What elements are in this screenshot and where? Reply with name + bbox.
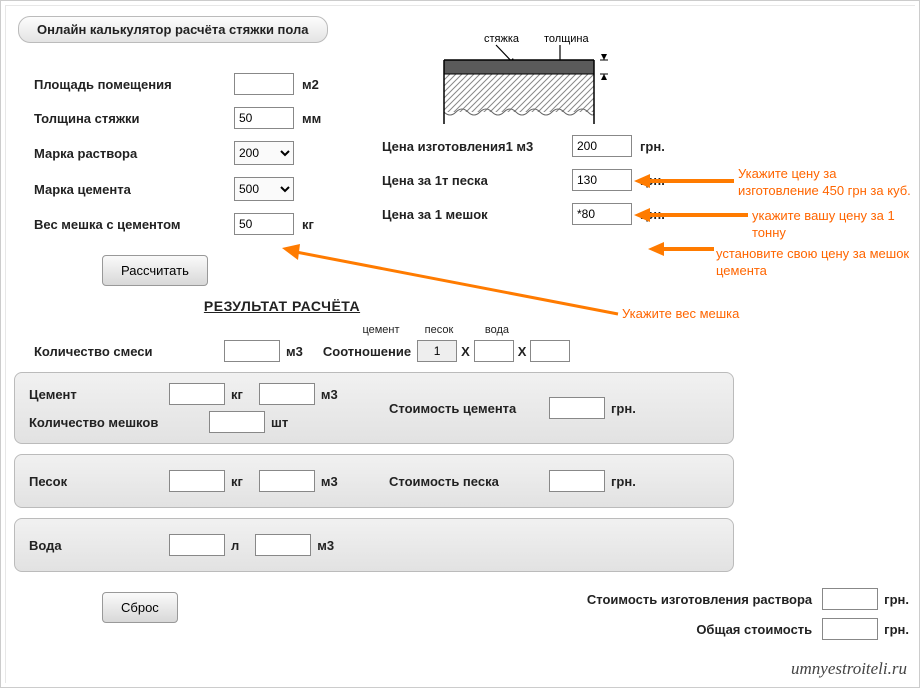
- cement-bags-output[interactable]: [209, 411, 265, 433]
- ratio-headers: цемент песок вода: [352, 324, 909, 336]
- price-m3-input[interactable]: [572, 135, 632, 157]
- price-bag-label: Цена за 1 мешок: [382, 207, 572, 222]
- price-bag-unit: грн.: [640, 207, 665, 222]
- annotation-price-m3: Укажите цену за изготовление 450 грн за …: [738, 166, 918, 200]
- thickness-label: Толщина стяжки: [34, 111, 234, 126]
- price-bag-input[interactable]: [572, 203, 632, 225]
- total-make-output[interactable]: [822, 588, 878, 610]
- watermark: umnyestroiteli.ru: [791, 659, 907, 679]
- screed-diagram: стяжка толщина: [434, 30, 614, 136]
- cement-grade-select[interactable]: 500: [234, 177, 294, 201]
- water-m3-output[interactable]: [255, 534, 311, 556]
- sand-m3-output[interactable]: [259, 470, 315, 492]
- calculate-button[interactable]: Рассчитать: [102, 255, 208, 286]
- total-output[interactable]: [822, 618, 878, 640]
- bag-weight-input[interactable]: [234, 213, 294, 235]
- sand-result-block: Песок кг м3 Стоимость песка грн.: [14, 454, 734, 508]
- sand-kg-output[interactable]: [169, 470, 225, 492]
- cement-result-block: Цемент кг м3 Количество мешков шт Стоимо…: [14, 372, 734, 444]
- mix-qty-label: Количество смеси: [34, 344, 224, 359]
- mortar-grade-select[interactable]: 200: [234, 141, 294, 165]
- thickness-input[interactable]: [234, 107, 294, 129]
- area-label: Площадь помещения: [34, 77, 234, 92]
- annotation-price-bag: установите свою цену за мешок цемента: [716, 246, 920, 280]
- area-input[interactable]: [234, 73, 294, 95]
- cement-grade-label: Марка цемента: [34, 182, 234, 197]
- ratio-sand-input[interactable]: [474, 340, 514, 362]
- water-result-block: Вода л м3: [14, 518, 734, 572]
- price-sand-label: Цена за 1т песка: [382, 173, 572, 188]
- price-sand-input[interactable]: [572, 169, 632, 191]
- reset-button[interactable]: Сброс: [102, 592, 178, 623]
- result-title: РЕЗУЛЬТАТ РАСЧЁТА: [12, 298, 552, 314]
- ratio-label: Соотношение: [323, 344, 411, 359]
- price-m3-label: Цена изготовления1 м3: [382, 139, 572, 154]
- cement-m3-output[interactable]: [259, 383, 315, 405]
- thickness-unit: мм: [302, 111, 321, 126]
- cement-kg-output[interactable]: [169, 383, 225, 405]
- cement-cost-output[interactable]: [549, 397, 605, 419]
- ratio-cement-input[interactable]: [417, 340, 457, 362]
- bag-weight-label: Вес мешка с цементом: [34, 217, 234, 232]
- ratio-water-input[interactable]: [530, 340, 570, 362]
- mix-qty-unit: м3: [286, 344, 303, 359]
- annotation-bag-weight: Укажите вес мешка: [622, 306, 739, 323]
- sand-cost-output[interactable]: [549, 470, 605, 492]
- annotation-price-sand: укажите вашу цену за 1 тонну: [752, 208, 920, 242]
- price-m3-unit: грн.: [640, 139, 665, 154]
- area-unit: м2: [302, 77, 319, 92]
- diagram-label-thickness: толщина: [544, 33, 589, 45]
- page-title: Онлайн калькулятор расчёта стяжки пола: [18, 16, 328, 43]
- water-l-output[interactable]: [169, 534, 225, 556]
- price-sand-unit: грн.: [640, 173, 665, 188]
- diagram-label-screed: стяжка: [484, 33, 520, 45]
- mix-qty-input[interactable]: [224, 340, 280, 362]
- bag-weight-unit: кг: [302, 217, 314, 232]
- mortar-grade-label: Марка раствора: [34, 146, 234, 161]
